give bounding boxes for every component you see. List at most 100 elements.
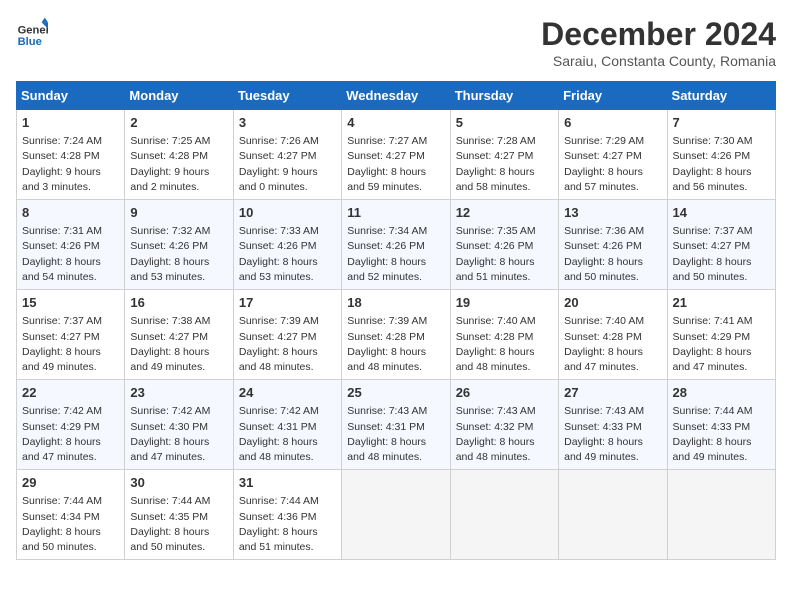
day-info: Sunrise: 7:29 AM Sunset: 4:27 PM Dayligh…: [564, 134, 661, 195]
day-number: 16: [130, 294, 227, 312]
day-info: Sunrise: 7:41 AM Sunset: 4:29 PM Dayligh…: [673, 314, 770, 375]
day-info: Sunrise: 7:44 AM Sunset: 4:34 PM Dayligh…: [22, 494, 119, 555]
day-number: 6: [564, 114, 661, 132]
calendar-week-row: 15 Sunrise: 7:37 AM Sunset: 4:27 PM Dayli…: [17, 290, 776, 380]
day-number: 25: [347, 384, 444, 402]
day-number: 29: [22, 474, 119, 492]
calendar-cell: 22 Sunrise: 7:42 AM Sunset: 4:29 PM Dayli…: [17, 380, 125, 470]
day-number: 7: [673, 114, 770, 132]
day-info: Sunrise: 7:28 AM Sunset: 4:27 PM Dayligh…: [456, 134, 553, 195]
day-info: Sunrise: 7:43 AM Sunset: 4:33 PM Dayligh…: [564, 404, 661, 465]
day-number: 3: [239, 114, 336, 132]
day-info: Sunrise: 7:43 AM Sunset: 4:31 PM Dayligh…: [347, 404, 444, 465]
calendar-title: December 2024: [541, 16, 776, 53]
day-number: 1: [22, 114, 119, 132]
day-info: Sunrise: 7:37 AM Sunset: 4:27 PM Dayligh…: [22, 314, 119, 375]
logo: General Blue: [16, 16, 48, 48]
weekday-header-wednesday: Wednesday: [342, 82, 450, 110]
day-info: Sunrise: 7:44 AM Sunset: 4:36 PM Dayligh…: [239, 494, 336, 555]
logo-icon: General Blue: [16, 16, 48, 48]
weekday-header-tuesday: Tuesday: [233, 82, 341, 110]
calendar-cell: 12 Sunrise: 7:35 AM Sunset: 4:26 PM Dayli…: [450, 200, 558, 290]
day-number: 19: [456, 294, 553, 312]
day-number: 10: [239, 204, 336, 222]
calendar-table: SundayMondayTuesdayWednesdayThursdayFrid…: [16, 81, 776, 560]
calendar-cell: 6 Sunrise: 7:29 AM Sunset: 4:27 PM Daylig…: [559, 110, 667, 200]
day-info: Sunrise: 7:25 AM Sunset: 4:28 PM Dayligh…: [130, 134, 227, 195]
calendar-cell: 16 Sunrise: 7:38 AM Sunset: 4:27 PM Dayli…: [125, 290, 233, 380]
calendar-cell: 13Sunrise: 7:36 AM Sunset: 4:26 PM Dayli…: [559, 200, 667, 290]
day-number: 28: [673, 384, 770, 402]
day-info: Sunrise: 7:33 AM Sunset: 4:26 PM Dayligh…: [239, 224, 336, 285]
calendar-cell: [667, 470, 775, 560]
day-number: 22: [22, 384, 119, 402]
day-info: Sunrise: 7:39 AM Sunset: 4:28 PM Dayligh…: [347, 314, 444, 375]
calendar-cell: 24Sunrise: 7:42 AM Sunset: 4:31 PM Dayli…: [233, 380, 341, 470]
day-info: Sunrise: 7:31 AM Sunset: 4:26 PM Dayligh…: [22, 224, 119, 285]
day-info: Sunrise: 7:42 AM Sunset: 4:29 PM Dayligh…: [22, 404, 119, 465]
day-info: Sunrise: 7:38 AM Sunset: 4:27 PM Dayligh…: [130, 314, 227, 375]
calendar-cell: 17 Sunrise: 7:39 AM Sunset: 4:27 PM Dayli…: [233, 290, 341, 380]
day-number: 8: [22, 204, 119, 222]
weekday-header-row: SundayMondayTuesdayWednesdayThursdayFrid…: [17, 82, 776, 110]
day-number: 27: [564, 384, 661, 402]
calendar-cell: [559, 470, 667, 560]
calendar-cell: 8 Sunrise: 7:31 AM Sunset: 4:26 PM Daylig…: [17, 200, 125, 290]
day-number: 9: [130, 204, 227, 222]
day-number: 15: [22, 294, 119, 312]
day-number: 18: [347, 294, 444, 312]
calendar-cell: 9 Sunrise: 7:32 AM Sunset: 4:26 PM Daylig…: [125, 200, 233, 290]
day-number: 4: [347, 114, 444, 132]
day-number: 20: [564, 294, 661, 312]
day-info: Sunrise: 7:42 AM Sunset: 4:30 PM Dayligh…: [130, 404, 227, 465]
calendar-cell: 29 Sunrise: 7:44 AM Sunset: 4:34 PM Dayli…: [17, 470, 125, 560]
day-info: Sunrise: 7:39 AM Sunset: 4:27 PM Dayligh…: [239, 314, 336, 375]
calendar-week-row: 22 Sunrise: 7:42 AM Sunset: 4:29 PM Dayli…: [17, 380, 776, 470]
day-number: 26: [456, 384, 553, 402]
day-info: Sunrise: 7:43 AM Sunset: 4:32 PM Dayligh…: [456, 404, 553, 465]
day-info: Sunrise: 7:44 AM Sunset: 4:33 PM Dayligh…: [673, 404, 770, 465]
day-number: 11: [347, 204, 444, 222]
calendar-cell: 30 Sunrise: 7:44 AM Sunset: 4:35 PM Dayli…: [125, 470, 233, 560]
day-number: 2: [130, 114, 227, 132]
calendar-cell: 2 Sunrise: 7:25 AM Sunset: 4:28 PM Daylig…: [125, 110, 233, 200]
svg-text:Blue: Blue: [18, 36, 42, 48]
day-number: 30: [130, 474, 227, 492]
day-info: Sunrise: 7:32 AM Sunset: 4:26 PM Dayligh…: [130, 224, 227, 285]
weekday-header-saturday: Saturday: [667, 82, 775, 110]
calendar-week-row: 29 Sunrise: 7:44 AM Sunset: 4:34 PM Dayli…: [17, 470, 776, 560]
calendar-cell: 18 Sunrise: 7:39 AM Sunset: 4:28 PM Dayli…: [342, 290, 450, 380]
day-number: 21: [673, 294, 770, 312]
calendar-cell: 1Sunrise: 7:24 AM Sunset: 4:28 PM Daylig…: [17, 110, 125, 200]
page-header: General Blue December 2024 Saraiu, Const…: [16, 16, 776, 69]
calendar-subtitle: Saraiu, Constanta County, Romania: [541, 53, 776, 69]
day-number: 13: [564, 204, 661, 222]
calendar-cell: 27 Sunrise: 7:43 AM Sunset: 4:33 PM Dayli…: [559, 380, 667, 470]
day-number: 31: [239, 474, 336, 492]
weekday-header-sunday: Sunday: [17, 82, 125, 110]
calendar-cell: 20 Sunrise: 7:40 AM Sunset: 4:28 PM Dayli…: [559, 290, 667, 380]
day-info: Sunrise: 7:40 AM Sunset: 4:28 PM Dayligh…: [564, 314, 661, 375]
day-info: Sunrise: 7:44 AM Sunset: 4:35 PM Dayligh…: [130, 494, 227, 555]
day-number: 17: [239, 294, 336, 312]
calendar-cell: 11Sunrise: 7:34 AM Sunset: 4:26 PM Dayli…: [342, 200, 450, 290]
calendar-cell: 25 Sunrise: 7:43 AM Sunset: 4:31 PM Dayli…: [342, 380, 450, 470]
title-block: December 2024 Saraiu, Constanta County, …: [541, 16, 776, 69]
calendar-cell: 4 Sunrise: 7:27 AM Sunset: 4:27 PM Daylig…: [342, 110, 450, 200]
day-info: Sunrise: 7:37 AM Sunset: 4:27 PM Dayligh…: [673, 224, 770, 285]
day-info: Sunrise: 7:40 AM Sunset: 4:28 PM Dayligh…: [456, 314, 553, 375]
svg-text:General: General: [18, 25, 48, 37]
weekday-header-friday: Friday: [559, 82, 667, 110]
day-number: 12: [456, 204, 553, 222]
calendar-cell: 3 Sunrise: 7:26 AM Sunset: 4:27 PM Daylig…: [233, 110, 341, 200]
calendar-cell: [450, 470, 558, 560]
calendar-cell: 21 Sunrise: 7:41 AM Sunset: 4:29 PM Dayli…: [667, 290, 775, 380]
day-info: Sunrise: 7:27 AM Sunset: 4:27 PM Dayligh…: [347, 134, 444, 195]
day-number: 14: [673, 204, 770, 222]
calendar-cell: 10 Sunrise: 7:33 AM Sunset: 4:26 PM Dayli…: [233, 200, 341, 290]
calendar-cell: 14 Sunrise: 7:37 AM Sunset: 4:27 PM Dayli…: [667, 200, 775, 290]
calendar-week-row: 1Sunrise: 7:24 AM Sunset: 4:28 PM Daylig…: [17, 110, 776, 200]
day-info: Sunrise: 7:35 AM Sunset: 4:26 PM Dayligh…: [456, 224, 553, 285]
day-info: Sunrise: 7:26 AM Sunset: 4:27 PM Dayligh…: [239, 134, 336, 195]
calendar-week-row: 8 Sunrise: 7:31 AM Sunset: 4:26 PM Daylig…: [17, 200, 776, 290]
